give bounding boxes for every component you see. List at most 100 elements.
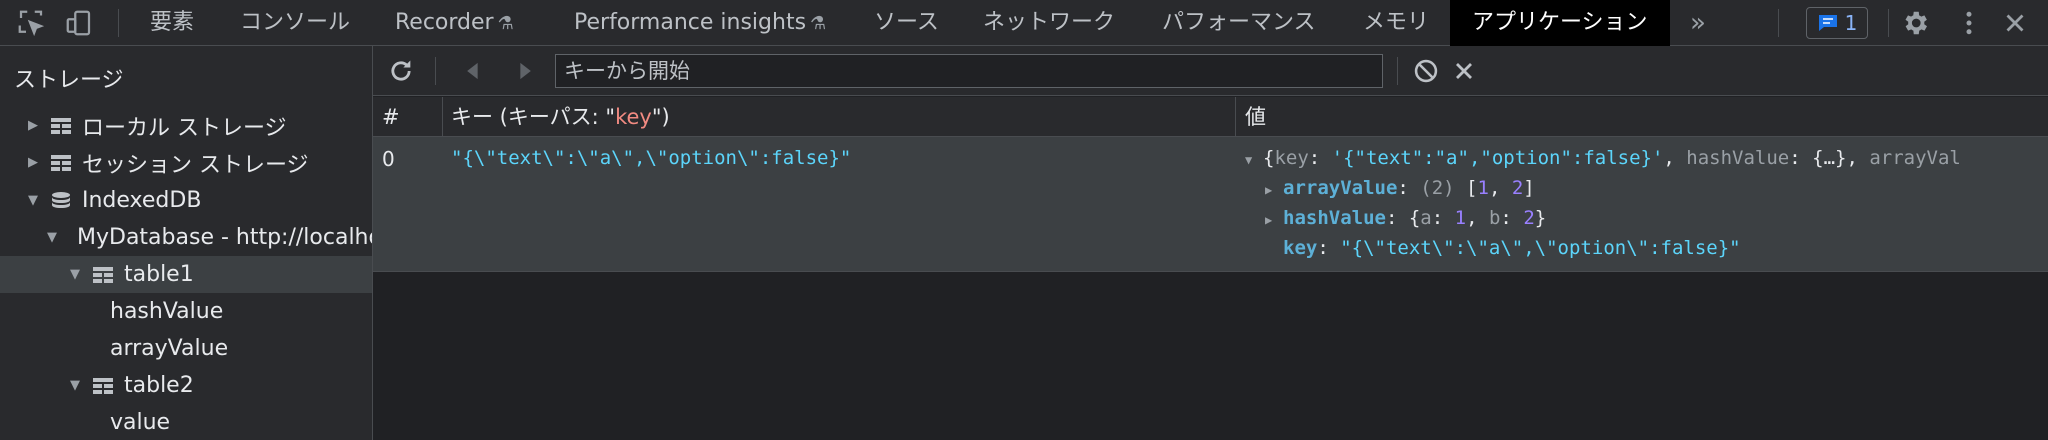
array-item: 1: [1477, 177, 1489, 199]
previous-page-icon[interactable]: [459, 57, 487, 85]
delete-selected-icon[interactable]: [1450, 57, 1478, 85]
clear-object-store-icon[interactable]: [1412, 57, 1440, 85]
table-row[interactable]: 0 "{\"text\":\"a\",\"option\":false}" ▼{…: [373, 137, 2048, 272]
hash-number: 2: [1523, 207, 1535, 229]
summary-hash-value: {…}: [1812, 147, 1847, 169]
sidebar-item-local-storage[interactable]: ▶ ローカル ストレージ: [0, 107, 372, 144]
inspect-element-icon[interactable]: [16, 8, 46, 38]
kebab-menu-icon[interactable]: [1954, 8, 1984, 38]
summary-key-value: '{"text":"a","option":false}': [1331, 147, 1664, 169]
key-path: key: [615, 105, 652, 129]
value-summary[interactable]: ▼ {key: '{"text":"a","option":false}', ha…: [1245, 147, 1961, 169]
tab-sources[interactable]: ソース: [874, 0, 939, 46]
toolbar-divider: [435, 57, 436, 85]
summary-key-label: key: [1274, 147, 1309, 169]
sidebar-item-value[interactable]: value: [0, 404, 372, 440]
column-header-index: #: [382, 105, 400, 129]
grid-icon: [50, 116, 72, 136]
collapsed-triangle-icon[interactable]: ▶: [26, 155, 40, 170]
grid-icon: [92, 376, 114, 396]
sidebar-item-label: ローカル ストレージ: [82, 115, 287, 141]
row-key: "{\"text\":\"a\",\"option\":false}": [451, 147, 852, 169]
brace: {: [1263, 147, 1275, 169]
refresh-icon[interactable]: [387, 57, 415, 85]
sidebar-item-table2[interactable]: ▼ table2: [0, 367, 372, 404]
hash-key: a: [1420, 207, 1432, 229]
tab-console[interactable]: コンソール: [240, 0, 350, 46]
database-icon: [50, 191, 72, 211]
sidebar-item-indexeddb[interactable]: ▼ IndexedDB: [0, 182, 372, 219]
expanded-triangle-icon[interactable]: ▼: [26, 193, 40, 208]
sidebar-item-label: hashValue: [110, 299, 224, 324]
tab-recorder[interactable]: Recorder ⚗: [395, 0, 514, 46]
sidebar-item-mydatabase[interactable]: ▼ MyDatabase - http://localhost: [0, 219, 373, 256]
key-string: "{\"text\":\"a\",\"option\":false}": [1340, 237, 1741, 259]
toolbar-divider: [118, 9, 119, 37]
array-value-property[interactable]: ▶ arrayValue: (2) [1, 2]: [1265, 177, 1535, 199]
tab-performance-insights-label: Performance insights: [574, 10, 807, 35]
sidebar-item-label: table1: [124, 262, 194, 287]
hash-value-property[interactable]: ▶ hashValue: {a: 1, b: 2}: [1265, 207, 1546, 229]
toolbar-divider: [1778, 9, 1779, 37]
summary-hash-label: hashValue: [1686, 147, 1790, 169]
sidebar-item-label: セッション ストレージ: [82, 152, 309, 178]
sidebar-item-session-storage[interactable]: ▶ セッション ストレージ: [0, 144, 372, 181]
expand-triangle-icon[interactable]: ▼: [1245, 153, 1263, 167]
tab-performance-insights[interactable]: Performance insights ⚗: [574, 0, 826, 46]
tab-recorder-label: Recorder: [395, 10, 494, 35]
sidebar-item-arrayvalue[interactable]: arrayValue: [0, 330, 372, 367]
sidebar-item-hashvalue[interactable]: hashValue: [0, 293, 372, 330]
tab-network[interactable]: ネットワーク: [983, 0, 1115, 46]
tab-elements[interactable]: 要素: [150, 0, 194, 46]
key-label: key: [1283, 237, 1318, 259]
collapsed-triangle-icon[interactable]: ▶: [26, 118, 40, 133]
array-item: 2: [1511, 177, 1524, 199]
gear-icon[interactable]: [1900, 8, 1930, 38]
issues-badge[interactable]: 1: [1806, 7, 1868, 39]
next-page-icon[interactable]: [511, 57, 539, 85]
row-index: 0: [382, 147, 395, 171]
sidebar-item-table1[interactable]: ▼ table1: [0, 256, 372, 293]
toolbar-divider: [1397, 57, 1398, 85]
more-tabs-button[interactable]: »: [1690, 0, 1706, 46]
table-header: # キー (キーパス: "key") 値: [373, 97, 2048, 137]
collapse-triangle-icon[interactable]: ▶: [1265, 213, 1283, 227]
collapse-triangle-icon[interactable]: ▶: [1265, 183, 1283, 197]
issues-count: 1: [1844, 11, 1858, 35]
key-header-suffix: "): [651, 105, 670, 129]
message-icon: [1818, 15, 1837, 31]
close-icon[interactable]: [2000, 8, 2030, 38]
data-toolbar: [373, 46, 2048, 96]
array-label: arrayValue: [1283, 177, 1398, 199]
column-header-key[interactable]: キー (キーパス: "key"): [451, 97, 670, 137]
summary-array-label: arrayVal: [1869, 147, 1961, 169]
flask-icon: ⚗: [497, 13, 514, 34]
sidebar-item-label: MyDatabase - http://localhost: [77, 225, 373, 250]
sidebar-title: ストレージ: [14, 68, 124, 93]
expanded-triangle-icon[interactable]: ▼: [68, 267, 82, 282]
expanded-triangle-icon[interactable]: ▼: [47, 230, 57, 245]
hash-key: b: [1488, 207, 1501, 229]
sidebar-item-label: value: [110, 410, 171, 435]
indexeddb-viewer: # キー (キーパス: "key") 値 0 "{\"text\":\"a\",…: [373, 46, 2048, 440]
storage-sidebar: ストレージ ▶ ローカル ストレージ ▶ セッション ストレージ ▼ IndexedDB ▼…: [0, 46, 373, 440]
hash-label: hashValue: [1283, 207, 1386, 229]
expanded-triangle-icon[interactable]: ▼: [68, 378, 82, 393]
toolbar-divider: [1888, 9, 1889, 37]
sidebar-item-label: IndexedDB: [82, 188, 202, 213]
device-toolbar-icon[interactable]: [64, 8, 94, 38]
tab-application[interactable]: アプリケーション: [1450, 0, 1670, 46]
grid-icon: [92, 265, 114, 285]
tab-performance[interactable]: パフォーマンス: [1162, 0, 1316, 46]
devtools-tabbar: 要素 コンソール Recorder ⚗ Performance insights ⚗…: [0, 0, 2048, 46]
tab-memory[interactable]: メモリ: [1363, 0, 1429, 46]
grid-icon: [50, 153, 72, 173]
key-property: key: "{\"text\":\"a\",\"option\":false}": [1283, 237, 1741, 259]
start-from-key-input[interactable]: [555, 54, 1383, 88]
sidebar-item-label: table2: [124, 373, 194, 398]
flask-icon: ⚗: [810, 13, 827, 34]
sidebar-item-label: arrayValue: [110, 336, 229, 361]
key-header-prefix: キー (キーパス: ": [451, 105, 616, 129]
hash-number: 1: [1454, 207, 1467, 229]
array-length: (2): [1420, 177, 1455, 199]
